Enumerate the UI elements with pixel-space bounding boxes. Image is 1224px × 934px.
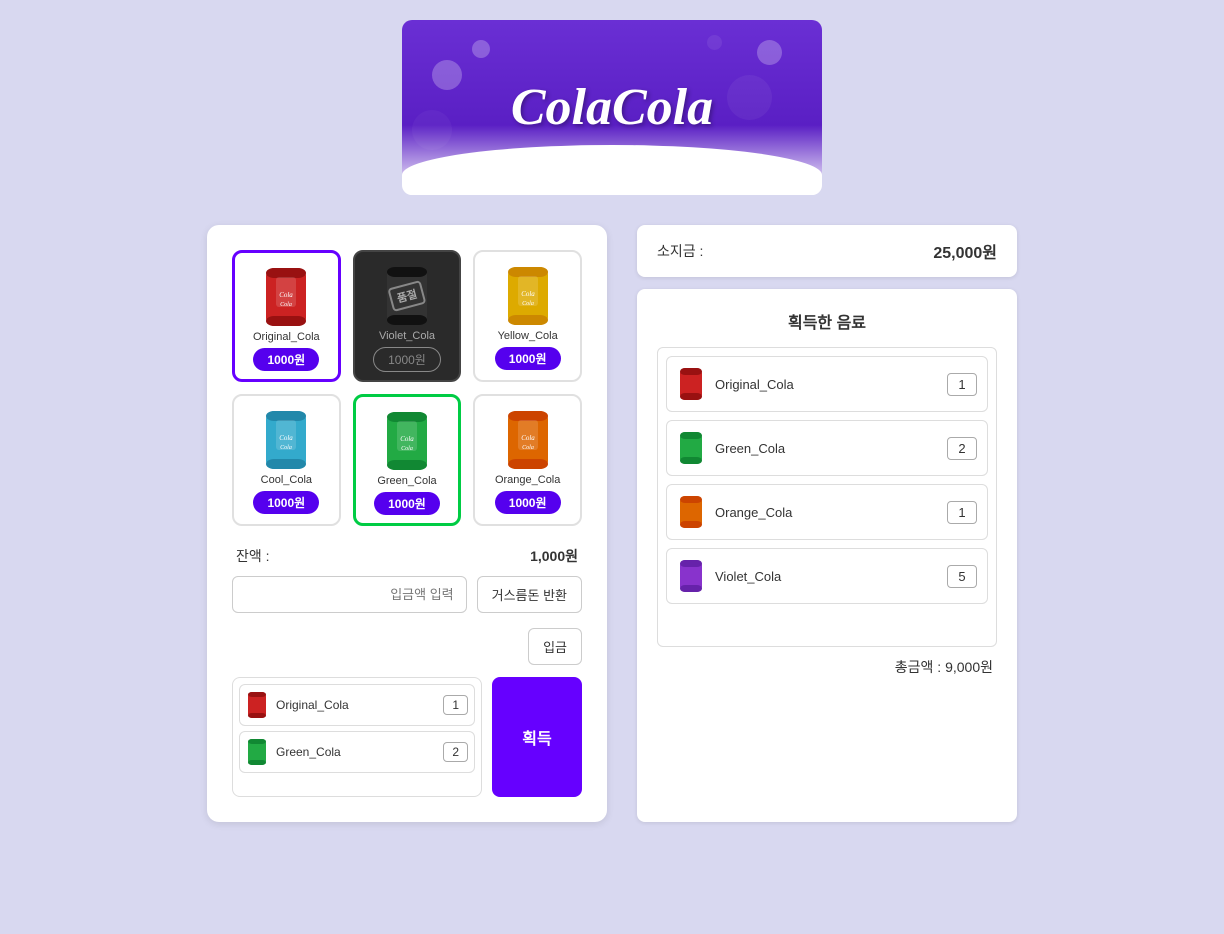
violet-cola-name: Violet_Cola bbox=[379, 330, 435, 342]
logo-banner: ColaCola bbox=[402, 20, 822, 195]
cool-cola-icon: Cola Cola bbox=[261, 406, 311, 474]
svg-text:Cola: Cola bbox=[280, 434, 294, 442]
cart-item-name-0: Original_Cola bbox=[276, 698, 349, 712]
acquired-orange-name: Orange_Cola bbox=[715, 505, 792, 520]
violet-cola-price: 1000원 bbox=[373, 347, 441, 372]
product-original-cola[interactable]: Cola Cola Original_Cola 1000원 bbox=[232, 250, 341, 382]
balance-label: 잔액 : bbox=[236, 546, 270, 566]
product-violet-cola[interactable]: 품절 Violet_Cola 1000원 bbox=[353, 250, 462, 382]
action-row: Original_Cola 1 Green_Cola 2 bbox=[232, 677, 582, 797]
acquired-orange-qty: 1 bbox=[947, 501, 977, 524]
acquired-item-left: Original_Cola bbox=[677, 365, 794, 403]
acquired-orange-icon bbox=[677, 493, 705, 531]
orange-cola-icon: Cola Cola bbox=[503, 406, 553, 474]
acquired-violet-qty: 5 bbox=[947, 565, 977, 588]
amount-input[interactable] bbox=[232, 576, 467, 613]
acquired-original-name: Original_Cola bbox=[715, 377, 794, 392]
acquired-violet-icon bbox=[677, 557, 705, 595]
acquired-panel: 획득한 음료 Original_Cola 1 bbox=[637, 289, 1017, 822]
svg-text:Cola: Cola bbox=[521, 290, 535, 298]
main-container: Cola Cola Original_Cola 1000원 품절 Violet_… bbox=[0, 225, 1224, 822]
acquired-title: 획득한 음료 bbox=[657, 309, 997, 333]
cool-cola-name: Cool_Cola bbox=[261, 474, 312, 486]
svg-text:Cola: Cola bbox=[521, 434, 535, 442]
svg-text:Cola: Cola bbox=[400, 435, 414, 443]
product-green-cola[interactable]: Cola Cola Green_Cola 1000원 bbox=[353, 394, 462, 526]
svg-text:Cola: Cola bbox=[280, 291, 294, 299]
cart-item: Green_Cola 2 bbox=[239, 731, 475, 773]
green-cola-price: 1000원 bbox=[374, 492, 440, 515]
acquired-item-left: Orange_Cola bbox=[677, 493, 792, 531]
refund-button[interactable]: 거스름돈 반환 bbox=[477, 576, 582, 613]
svg-text:Cola: Cola bbox=[280, 302, 292, 308]
orange-cola-name: Orange_Cola bbox=[495, 474, 560, 486]
vending-panel: Cola Cola Original_Cola 1000원 품절 Violet_… bbox=[207, 225, 607, 822]
acquired-original-qty: 1 bbox=[947, 373, 977, 396]
deposit-row: 입금 bbox=[232, 628, 582, 665]
original-cola-name: Original_Cola bbox=[253, 331, 320, 343]
yellow-cola-name: Yellow_Cola bbox=[498, 330, 558, 342]
acquired-item-orange: Orange_Cola 1 bbox=[666, 484, 988, 540]
cash-display: 소지금 : 25,000원 bbox=[637, 225, 1017, 277]
cash-value: 25,000원 bbox=[933, 239, 997, 263]
header: ColaCola bbox=[0, 0, 1224, 225]
cart-item-qty-0: 1 bbox=[443, 695, 468, 715]
product-orange-cola[interactable]: Cola Cola Orange_Cola 1000원 bbox=[473, 394, 582, 526]
cart-item-left: Green_Cola bbox=[246, 737, 341, 767]
original-cola-price: 1000원 bbox=[253, 348, 319, 371]
svg-text:Cola: Cola bbox=[280, 445, 292, 451]
yellow-cola-icon: Cola Cola bbox=[503, 262, 553, 330]
cart-item-left: Original_Cola bbox=[246, 690, 349, 720]
acquired-green-name: Green_Cola bbox=[715, 441, 785, 456]
logo-text: ColaCola bbox=[511, 78, 713, 137]
acquired-green-qty: 2 bbox=[947, 437, 977, 460]
cash-label: 소지금 : bbox=[657, 241, 703, 261]
product-cool-cola[interactable]: Cola Cola Cool_Cola 1000원 bbox=[232, 394, 341, 526]
right-panel: 소지금 : 25,000원 획득한 음료 Original_Cola bbox=[637, 225, 1017, 822]
acquired-item-original: Original_Cola 1 bbox=[666, 356, 988, 412]
acquired-violet-name: Violet_Cola bbox=[715, 569, 781, 584]
green-cola-name: Green_Cola bbox=[377, 475, 436, 487]
acquired-item-green: Green_Cola 2 bbox=[666, 420, 988, 476]
green-cola-icon: Cola Cola bbox=[382, 407, 432, 475]
acquired-original-icon bbox=[677, 365, 705, 403]
svg-text:Cola: Cola bbox=[401, 446, 413, 452]
input-row: 거스름돈 반환 bbox=[232, 576, 582, 613]
acquired-item-left: Violet_Cola bbox=[677, 557, 781, 595]
cart-original-cola-icon bbox=[246, 690, 268, 720]
acquired-green-icon bbox=[677, 429, 705, 467]
balance-section: 잔액 : 1,000원 bbox=[232, 546, 582, 566]
cart-item: Original_Cola 1 bbox=[239, 684, 475, 726]
balance-value: 1,000원 bbox=[530, 546, 578, 566]
deposit-button[interactable]: 입금 bbox=[528, 628, 582, 665]
svg-text:Cola: Cola bbox=[522, 301, 534, 307]
svg-text:Cola: Cola bbox=[522, 445, 534, 451]
original-cola-icon: Cola Cola bbox=[261, 263, 311, 331]
acquired-list[interactable]: Original_Cola 1 Green_Cola 2 bbox=[657, 347, 997, 647]
product-grid: Cola Cola Original_Cola 1000원 품절 Violet_… bbox=[232, 250, 582, 526]
cart-item-qty-1: 2 bbox=[443, 742, 468, 762]
acquired-item-left: Green_Cola bbox=[677, 429, 785, 467]
acquired-item-violet: Violet_Cola 5 bbox=[666, 548, 988, 604]
orange-cola-price: 1000원 bbox=[495, 491, 561, 514]
total-label: 총금액 : 9,000원 bbox=[895, 659, 993, 675]
cart-item-name-1: Green_Cola bbox=[276, 745, 341, 759]
cart-list[interactable]: Original_Cola 1 Green_Cola 2 bbox=[232, 677, 482, 797]
total-row: 총금액 : 9,000원 bbox=[657, 647, 997, 677]
acquire-button[interactable]: 획득 bbox=[492, 677, 582, 797]
cool-cola-price: 1000원 bbox=[253, 491, 319, 514]
product-yellow-cola[interactable]: Cola Cola Yellow_Cola 1000원 bbox=[473, 250, 582, 382]
cart-green-cola-icon bbox=[246, 737, 268, 767]
yellow-cola-price: 1000원 bbox=[495, 347, 561, 370]
